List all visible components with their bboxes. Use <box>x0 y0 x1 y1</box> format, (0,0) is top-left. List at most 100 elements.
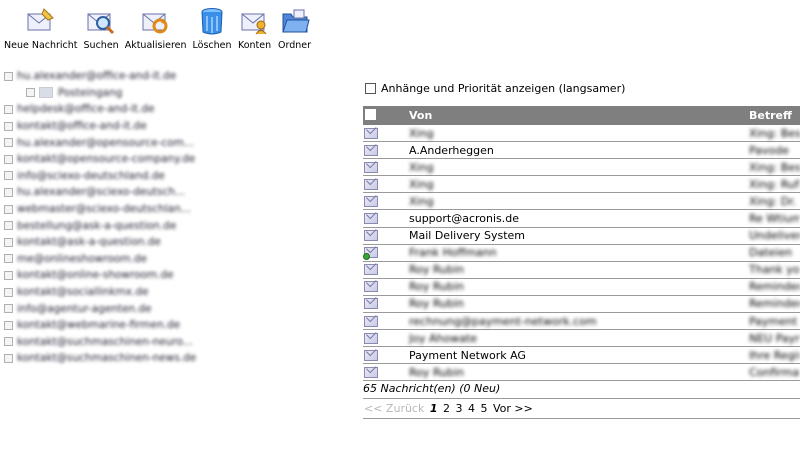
message-from[interactable]: Roy Rubin <box>409 263 749 276</box>
table-row[interactable]: A.Anderheggen Pavode <box>363 142 800 160</box>
page-4[interactable]: 4 <box>468 402 475 415</box>
message-subject[interactable]: Undeliver <box>749 229 800 242</box>
table-row[interactable]: rechnung@payment-network.com Payment <box>363 313 800 331</box>
expand-icon[interactable] <box>4 71 13 81</box>
expand-icon[interactable] <box>26 88 35 98</box>
table-row[interactable]: XingXing: Besu <box>363 159 800 177</box>
message-subject[interactable]: Thank you <box>749 263 800 276</box>
message-from[interactable]: Xing <box>409 127 749 140</box>
table-row[interactable]: Payment Network AG Ihre Regis <box>363 347 800 365</box>
select-all-checkbox[interactable] <box>365 108 376 120</box>
expand-icon[interactable] <box>4 270 13 280</box>
expand-icon[interactable] <box>4 254 13 264</box>
message-from[interactable]: Mail Delivery System <box>409 229 749 242</box>
message-subject[interactable]: Confirmat <box>749 366 800 379</box>
tree-item[interactable]: kontakt@sociallinkmx.de <box>4 284 259 301</box>
expand-icon[interactable] <box>4 104 13 114</box>
tree-item[interactable]: kontakt@opensource-company.de <box>4 151 259 168</box>
expand-icon[interactable] <box>4 304 13 314</box>
message-from[interactable]: rechnung@payment-network.com <box>409 315 749 328</box>
message-from[interactable]: Frank Hoffmann <box>409 246 749 259</box>
expand-icon[interactable] <box>4 187 13 197</box>
column-from[interactable]: Von <box>409 109 749 122</box>
column-subject[interactable]: Betreff <box>749 109 800 122</box>
tree-item[interactable]: info@sciexo-deutschland.de <box>4 168 259 185</box>
show-attachments-checkbox[interactable] <box>365 83 376 94</box>
message-subject[interactable]: NEU Payn <box>749 332 800 345</box>
tree-item[interactable]: kontakt@office-and-it.de <box>4 118 259 135</box>
message-from[interactable]: Payment Network AG <box>409 349 749 362</box>
table-row[interactable]: Mail Delivery System Undeliver <box>363 228 800 245</box>
page-2[interactable]: 2 <box>443 402 450 415</box>
message-from[interactable]: Roy Rubin <box>409 280 749 293</box>
table-row[interactable]: Roy RubinThank you <box>363 262 800 279</box>
table-row[interactable]: support@acronis.de Re Wtium <box>363 210 800 228</box>
message-subject[interactable]: Pavode <box>749 144 800 157</box>
table-row[interactable]: Joy Ahowate NEU Payn <box>363 330 800 348</box>
refresh-button[interactable]: Aktualisieren <box>125 4 187 56</box>
expand-icon[interactable] <box>4 204 13 214</box>
message-subject[interactable]: Reminder <box>749 280 800 293</box>
message-subject[interactable]: Reminder <box>749 297 800 310</box>
message-from[interactable]: A.Anderheggen <box>409 144 749 157</box>
tree-item[interactable]: kontakt@suchmaschinen-news.de <box>4 350 259 367</box>
tree-item[interactable]: webmaster@sciexo-deutschlan... <box>4 201 259 218</box>
message-from[interactable]: Xing <box>409 161 749 174</box>
message-icon-cell <box>363 161 409 173</box>
message-from[interactable]: Xing <box>409 195 749 208</box>
table-row[interactable]: Frank Hoffmann Dateien <box>363 245 800 262</box>
message-from[interactable]: Roy Rubin <box>409 366 749 379</box>
message-subject[interactable]: Xing: Besu <box>749 161 800 174</box>
tree-item[interactable]: hu.alexander@sciexo-deutsch... <box>4 184 259 201</box>
tree-item[interactable]: bestellung@ask-a-question.de <box>4 217 259 234</box>
tree-item[interactable]: me@onlineshowroom.de <box>4 251 259 268</box>
folders-button[interactable]: Ordner <box>278 4 312 56</box>
tree-item[interactable]: hu.alexander@opensource-com... <box>4 134 259 151</box>
message-subject[interactable]: Xing: Dr. E <box>749 195 800 208</box>
toolbar: Neue Nachricht Suchen Aktualisieren Lösc… <box>0 4 318 56</box>
show-attachments-option[interactable]: Anhänge und Priorität anzeigen (langsame… <box>365 82 625 95</box>
expand-icon[interactable] <box>4 237 13 247</box>
new-message-button[interactable]: Neue Nachricht <box>4 4 78 56</box>
expand-icon[interactable] <box>4 138 13 148</box>
expand-icon[interactable] <box>4 154 13 164</box>
page-3[interactable]: 3 <box>456 402 463 415</box>
tree-item[interactable]: kontakt@webmarine-firmen.de <box>4 317 259 334</box>
expand-icon[interactable] <box>4 337 13 347</box>
expand-icon[interactable] <box>4 121 13 131</box>
next-link[interactable]: Vor >> <box>493 402 533 415</box>
message-subject[interactable]: Ihre Regis <box>749 349 800 362</box>
table-row[interactable]: Roy Rubin Confirmat <box>363 364 800 382</box>
tree-item[interactable]: helpdesk@office-and-it.de <box>4 101 259 118</box>
tree-item[interactable]: info@agentur-agenten.de <box>4 300 259 317</box>
message-subject[interactable]: Xing: Besu <box>749 127 800 140</box>
tree-item[interactable]: hu.alexander@office-and-it.de <box>4 68 259 85</box>
expand-icon[interactable] <box>4 221 13 231</box>
tree-item[interactable]: kontakt@online-showroom.de <box>4 267 259 284</box>
message-from[interactable]: Xing <box>409 178 749 191</box>
tree-item[interactable]: Posteingang <box>4 85 259 102</box>
accounts-icon <box>238 4 272 38</box>
expand-icon[interactable] <box>4 171 13 181</box>
message-from[interactable]: Joy Ahowate <box>409 332 749 345</box>
message-subject[interactable]: Re Wtium <box>749 212 800 225</box>
message-subject[interactable]: Xing: Rufk <box>749 178 800 191</box>
tree-item[interactable]: kontakt@ask-a-question.de <box>4 234 259 251</box>
search-button[interactable]: Suchen <box>84 4 119 56</box>
expand-icon[interactable] <box>4 353 13 363</box>
message-from[interactable]: Roy Rubin <box>409 297 749 310</box>
message-subject[interactable]: Payment <box>749 315 800 328</box>
expand-icon[interactable] <box>4 320 13 330</box>
expand-icon[interactable] <box>4 287 13 297</box>
table-row[interactable]: XingXing: Besu <box>363 125 800 143</box>
delete-button[interactable]: Löschen <box>193 4 232 56</box>
accounts-button[interactable]: Konten <box>238 4 272 56</box>
page-5[interactable]: 5 <box>481 402 488 415</box>
tree-item[interactable]: kontakt@suchmaschinen-neuro... <box>4 334 259 351</box>
message-subject[interactable]: Dateien <box>749 246 800 259</box>
table-row[interactable]: Xing Xing: Rufk <box>363 176 800 194</box>
message-from[interactable]: support@acronis.de <box>409 212 749 225</box>
table-row[interactable]: Roy Rubin Reminder <box>363 279 800 296</box>
table-row[interactable]: Roy Rubin Reminder <box>363 296 800 314</box>
table-row[interactable]: XingXing: Dr. E <box>363 193 800 211</box>
